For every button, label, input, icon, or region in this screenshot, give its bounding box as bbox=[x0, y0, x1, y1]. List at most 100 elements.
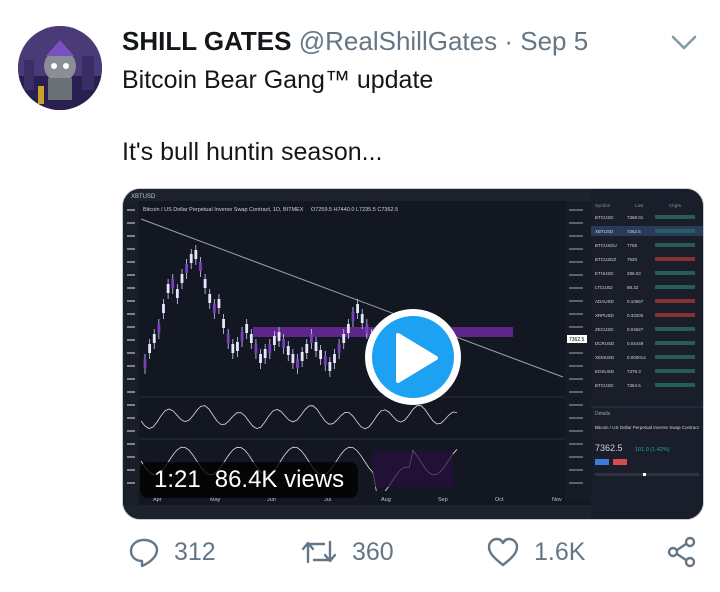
candle-body bbox=[166, 284, 170, 293]
chart-tool-icon bbox=[127, 443, 135, 445]
chart-tool-icon bbox=[127, 222, 135, 224]
candle-body bbox=[259, 354, 262, 363]
watchlist-header: Last bbox=[635, 203, 644, 208]
price-tick bbox=[569, 482, 583, 484]
candle-body bbox=[152, 334, 156, 343]
reply-button[interactable]: 312 bbox=[128, 536, 216, 568]
candle-body bbox=[296, 359, 299, 368]
separator: · bbox=[504, 26, 514, 56]
watchlist-symbol: XEMUSD bbox=[595, 355, 615, 360]
chart-tool-icon bbox=[127, 430, 135, 432]
watchlist-last: 0.04449 bbox=[627, 341, 644, 346]
watchlist-last: 7620 bbox=[627, 257, 638, 262]
avatar[interactable] bbox=[18, 26, 102, 110]
tweet-text-line2: It's bull huntin season... bbox=[122, 138, 383, 166]
candle-body bbox=[148, 344, 152, 353]
retweet-icon bbox=[301, 540, 337, 564]
watchlist-change-bar bbox=[655, 299, 695, 303]
tweet-text-line1: Bitcoin Bear Gang™ update bbox=[122, 66, 434, 94]
chart-tool-icon bbox=[127, 339, 135, 341]
candle-body bbox=[180, 274, 184, 283]
candle-body bbox=[231, 344, 235, 353]
chart-tool-icon bbox=[127, 326, 135, 328]
avatar-image bbox=[18, 26, 102, 110]
play-button[interactable] bbox=[365, 309, 461, 405]
display-name[interactable]: SHILL GATES bbox=[122, 26, 292, 56]
more-options-button[interactable] bbox=[668, 28, 700, 56]
oscillator-line-1 bbox=[140, 405, 458, 430]
watchlist-panel bbox=[591, 189, 703, 519]
chart-tool-icon bbox=[127, 456, 135, 458]
candle-body bbox=[346, 324, 350, 333]
tweet-actions: 312 360 1.6K bbox=[0, 536, 720, 576]
price-tick bbox=[569, 430, 583, 432]
watchlist-change-bar bbox=[655, 257, 695, 261]
price-tick bbox=[569, 313, 583, 315]
watchlist-last: 0.000014 bbox=[627, 355, 646, 360]
chart-tool-icon bbox=[127, 404, 135, 406]
play-icon bbox=[396, 333, 438, 383]
chart-tool-icon bbox=[127, 261, 135, 263]
retweet-button[interactable]: 360 bbox=[300, 536, 394, 568]
details-badge-2 bbox=[613, 459, 627, 465]
reply-count: 312 bbox=[174, 537, 216, 566]
price-tick bbox=[569, 235, 583, 237]
candle-body bbox=[286, 346, 290, 355]
trend-line bbox=[140, 218, 564, 378]
chart-tool-icon bbox=[127, 482, 135, 484]
chart-tool-icon bbox=[127, 469, 135, 471]
watchlist-last: 286.03 bbox=[627, 271, 641, 276]
chart-tool-icon bbox=[127, 248, 135, 250]
candle-body bbox=[351, 312, 355, 321]
details-range-marker bbox=[643, 473, 646, 476]
price-tick bbox=[569, 365, 583, 367]
candle-body bbox=[337, 344, 341, 353]
watchlist-change-bar bbox=[655, 229, 695, 233]
watchlist-change-bar bbox=[655, 369, 695, 373]
candle-body bbox=[194, 250, 198, 259]
price-tick bbox=[569, 326, 583, 328]
time-axis-label: Nov bbox=[552, 497, 562, 503]
candle-body bbox=[212, 304, 216, 313]
candle-body bbox=[175, 289, 179, 298]
candle-body bbox=[282, 339, 286, 348]
price-tick bbox=[569, 378, 583, 380]
handle[interactable]: @RealShillGates bbox=[299, 26, 497, 56]
candle-body bbox=[245, 324, 249, 333]
like-button[interactable]: 1.6K bbox=[486, 536, 585, 568]
watchlist-last: 0.04627 bbox=[627, 327, 644, 332]
details-label: Details bbox=[595, 411, 611, 417]
watchlist-symbol: XBTUSD bbox=[595, 229, 614, 234]
watchlist-header: Chg% bbox=[669, 203, 681, 208]
price-candles bbox=[143, 245, 396, 377]
details-range-bar bbox=[595, 473, 699, 476]
chart-tool-icon bbox=[127, 287, 135, 289]
video-duration: 1:21 bbox=[154, 466, 201, 493]
watchlist-change-bar bbox=[655, 383, 695, 387]
tweet-date[interactable]: Sep 5 bbox=[520, 26, 588, 56]
watchlist-change-bar bbox=[655, 327, 695, 331]
watchlist-change-bar bbox=[655, 313, 695, 317]
candle-body bbox=[189, 254, 193, 263]
candle-body bbox=[305, 344, 309, 353]
candle-body bbox=[328, 362, 332, 371]
candle-body bbox=[360, 314, 364, 323]
chart-ohlc: O7259.5 H7440.0 L7235.5 C7362.5 bbox=[311, 207, 398, 213]
price-tick bbox=[569, 222, 583, 224]
chart-tool-icon bbox=[127, 417, 135, 419]
tweet-header: SHILL GATES @RealShillGates · Sep 5 bbox=[122, 26, 588, 57]
heart-icon bbox=[487, 537, 519, 567]
details-badge-1 bbox=[595, 459, 609, 465]
watchlist-symbol: BTCUSD bbox=[595, 383, 614, 388]
candle-body bbox=[268, 344, 272, 353]
candle-body bbox=[300, 352, 304, 361]
candle-body bbox=[162, 304, 165, 313]
chart-tool-icon bbox=[127, 274, 135, 276]
share-icon bbox=[667, 536, 696, 568]
watchlist-change-bar bbox=[655, 341, 695, 345]
share-button[interactable] bbox=[666, 536, 698, 568]
price-tick bbox=[569, 287, 583, 289]
chart-title: Bitcoin / US Dollar Perpetual Inverse Sw… bbox=[143, 207, 304, 213]
candle-body bbox=[157, 324, 161, 333]
video-info-overlay: 1:21 86.4K views bbox=[140, 462, 359, 498]
